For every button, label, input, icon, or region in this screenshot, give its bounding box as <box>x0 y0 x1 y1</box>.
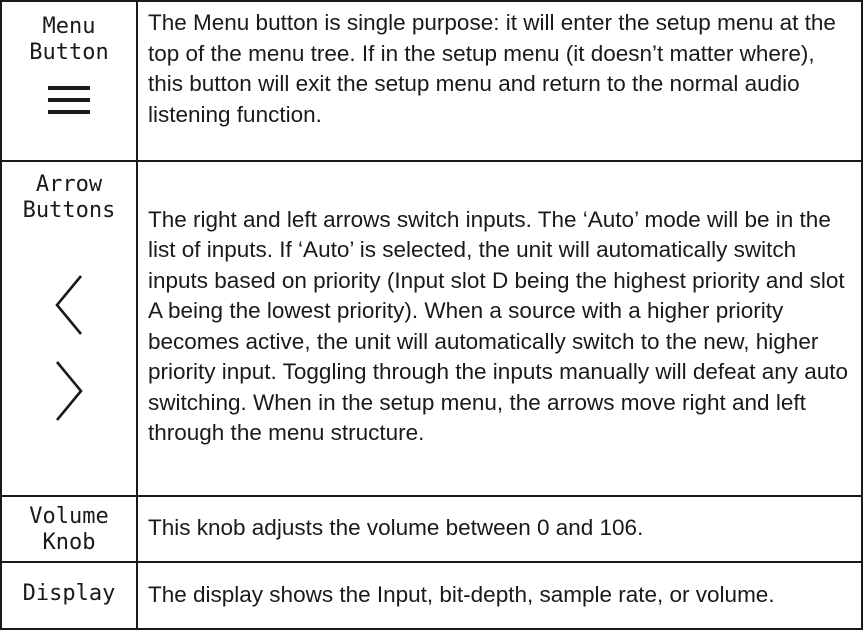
controls-table: Menu Button The Menu button is single pu… <box>0 0 863 630</box>
label-line: Buttons <box>22 198 116 223</box>
display-description: The display shows the Input, bit-depth, … <box>138 563 861 628</box>
volume-knob-label-cell: Volume Knob <box>2 497 138 563</box>
label-line: Arrow <box>35 172 103 197</box>
display-description-text: The display shows the Input, bit-depth, … <box>148 582 775 608</box>
hamburger-menu-icon <box>48 86 90 114</box>
label-line: Display <box>22 580 116 606</box>
menu-button-description: The Menu button is single purpose: it wi… <box>138 2 861 162</box>
arrow-buttons-label-cell: Arrow Buttons <box>2 162 138 497</box>
arrow-buttons-description-text: The right and left arrows switch inputs.… <box>148 206 849 446</box>
volume-knob-description-text: This knob adjusts the volume between 0 a… <box>148 514 644 540</box>
chevron-right-icon <box>54 360 84 422</box>
display-label-cell: Display <box>2 563 138 628</box>
chevron-left-icon <box>54 274 84 336</box>
label-line: Knob <box>42 530 96 555</box>
label-line: Menu <box>42 14 96 39</box>
menu-button-label-cell: Menu Button <box>2 2 138 162</box>
label-line: Volume <box>29 504 109 529</box>
label-line: Button <box>29 40 109 65</box>
arrow-buttons-description: The right and left arrows switch inputs.… <box>138 162 861 497</box>
volume-knob-description: This knob adjusts the volume between 0 a… <box>138 497 861 563</box>
